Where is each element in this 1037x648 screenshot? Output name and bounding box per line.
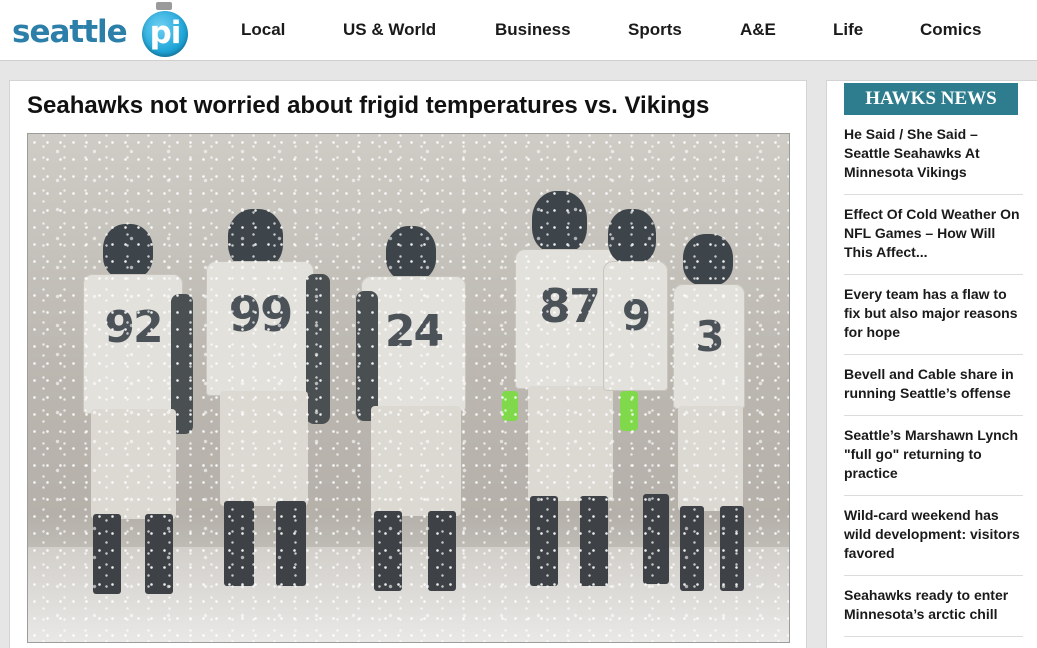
- divider: [844, 274, 1023, 275]
- nav-item-local[interactable]: Local: [241, 20, 285, 40]
- divider: [844, 194, 1023, 195]
- sidebar-news-item[interactable]: Effect Of Cold Weather On NFL Games – Ho…: [844, 205, 1023, 262]
- sidebar-news-item[interactable]: Every team has a flaw to fix but also ma…: [844, 285, 1023, 342]
- sidebar-news-item[interactable]: Wild-card weekend has wild development: …: [844, 506, 1023, 563]
- snowfall-overlay: [28, 134, 789, 642]
- divider: [844, 636, 1023, 637]
- sidebar-news-item[interactable]: Seahawks ready to enter Minnesota’s arct…: [844, 586, 1023, 624]
- article-photo[interactable]: 92 99 24: [27, 133, 790, 643]
- sidebar-news-item[interactable]: He Said / She Said – Seattle Seahawks At…: [844, 125, 1023, 182]
- divider: [844, 575, 1023, 576]
- hawks-news-sidebar: HAWKS NEWS He Said / She Said – Seattle …: [826, 80, 1037, 648]
- nav-item-life[interactable]: Life: [833, 20, 863, 40]
- divider: [844, 354, 1023, 355]
- article-headline[interactable]: Seahawks not worried about frigid temper…: [27, 92, 709, 120]
- logo-wordmark: seattle: [12, 14, 128, 50]
- seattlepi-logo[interactable]: seattle pi: [12, 2, 188, 58]
- sidebar-news-item[interactable]: Bevell and Cable share in running Seattl…: [844, 365, 1023, 403]
- divider: [844, 415, 1023, 416]
- nav-item-ae[interactable]: A&E: [740, 20, 776, 40]
- logo-badge-text: pi: [149, 15, 182, 51]
- sidebar-title[interactable]: HAWKS NEWS: [844, 83, 1018, 115]
- logo-tag-icon: [156, 2, 172, 10]
- nav-item-business[interactable]: Business: [495, 20, 571, 40]
- site-header: seattle pi Local US & World Business Spo…: [0, 0, 1037, 61]
- logo-badge: pi: [142, 11, 188, 57]
- nav-item-comics[interactable]: Comics: [920, 20, 981, 40]
- nav-item-sports[interactable]: Sports: [628, 20, 682, 40]
- nav-item-us-world[interactable]: US & World: [343, 20, 436, 40]
- sidebar-news-item[interactable]: Seattle’s Marshawn Lynch "full go" retur…: [844, 426, 1023, 483]
- article-card: Seahawks not worried about frigid temper…: [9, 80, 807, 648]
- divider: [844, 495, 1023, 496]
